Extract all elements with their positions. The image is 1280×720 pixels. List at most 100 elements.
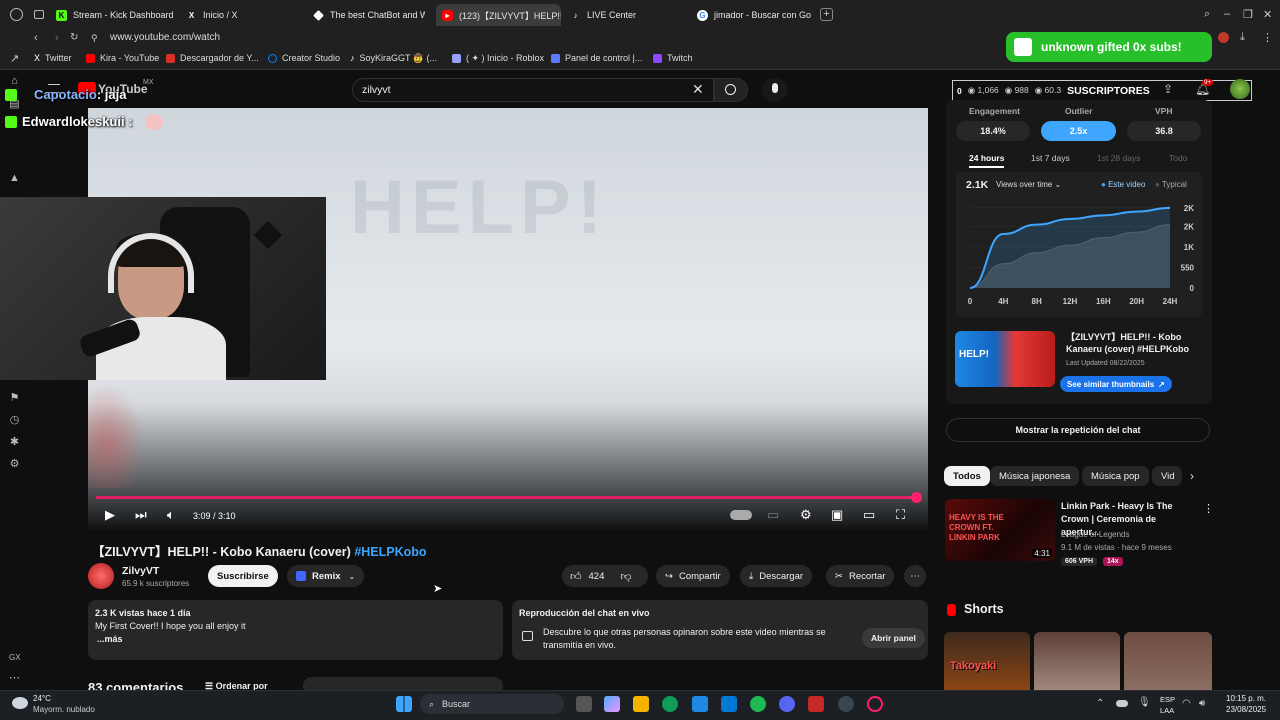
miniplayer-icon[interactable]: ▣	[831, 508, 843, 521]
short-thumbnail-3[interactable]	[1124, 632, 1212, 690]
new-tab-icon[interactable]: +	[820, 8, 833, 21]
browser-more-icon[interactable]: ⋮	[1262, 31, 1273, 44]
similar-thumbnail[interactable]: HELP!	[955, 331, 1055, 387]
close-icon[interactable]: ✕	[1263, 8, 1272, 21]
more-actions-button[interactable]: ⋯	[904, 565, 926, 587]
view-mode-dropdown[interactable]: Views over time ⌄	[996, 180, 1061, 189]
chip-all[interactable]: Todos	[944, 466, 990, 486]
more-icon[interactable]: ⋯	[9, 673, 20, 684]
gx-icon[interactable]: GX	[9, 652, 21, 663]
reload-icon[interactable]: ↻	[70, 32, 78, 43]
remix-button[interactable]: Remix ⌄	[287, 565, 365, 587]
settings-icon[interactable]: ⚙	[9, 459, 20, 470]
avatar[interactable]	[1230, 79, 1250, 99]
tray-chevron-icon[interactable]: ⌃	[1096, 698, 1104, 709]
bookmark-kira-youtube[interactable]: Kira - YouTube	[86, 53, 159, 63]
description-more[interactable]: ...más	[97, 634, 123, 644]
range-tab-7d[interactable]: 1st 7 days	[1031, 153, 1070, 163]
next-icon[interactable]: ⏭	[135, 508, 147, 521]
weather-icon[interactable]	[12, 697, 28, 709]
autoplay-toggle[interactable]	[730, 510, 752, 520]
range-tab-28d[interactable]: 1st 28 days	[1097, 153, 1140, 163]
short-thumbnail-2[interactable]	[1034, 632, 1120, 690]
similar-title[interactable]: 【ZILVYVT】HELP!! - Kobo Kanaeru (cover) #…	[1066, 331, 1196, 355]
mic-tray-icon[interactable]: 🎙︎	[1138, 697, 1151, 708]
copilot-icon[interactable]	[604, 696, 620, 712]
clock-time[interactable]: 10:15 p. m.	[1226, 694, 1266, 703]
like-button[interactable]: 👍︎ 424 👎︎	[562, 565, 648, 587]
task-view-icon[interactable]	[576, 696, 592, 712]
file-explorer-icon[interactable]	[633, 696, 649, 712]
recommended-thumbnail[interactable]: HEAVY IS THE CROWN FT. LINKIN PARK 4:31	[945, 499, 1055, 561]
obs-icon[interactable]	[808, 696, 824, 712]
speaker-icon[interactable]: 🔊︎	[1199, 698, 1205, 709]
bookmark-creator-studio[interactable]: Creator Studio	[268, 53, 340, 63]
open-panel-button[interactable]: Abrir panel	[862, 628, 925, 648]
opera-gx-icon[interactable]	[867, 696, 883, 712]
tab-kick[interactable]: K Stream - Kick Dashboard	[56, 4, 176, 26]
tab-live-center[interactable]: ♪ LIVE Center	[570, 4, 680, 26]
voice-search-button[interactable]	[762, 78, 788, 102]
wifi-icon[interactable]: ◠	[1182, 698, 1191, 709]
short-thumbnail-1[interactable]: Takoyaki	[944, 632, 1030, 690]
tab-youtube-active[interactable]: ▸ (123)【ZILVYVT】HELP!! -	[436, 4, 561, 26]
puzzle-icon[interactable]: ✱	[9, 437, 20, 448]
hashtag-link[interactable]: #HELPKobo	[354, 545, 426, 559]
subscriptions-icon[interactable]: ▲	[9, 173, 20, 184]
dislike-icon[interactable]: 👎︎	[620, 570, 631, 583]
fullscreen-icon[interactable]: ⛶	[896, 508, 905, 521]
store-icon[interactable]	[692, 696, 708, 712]
tab-x[interactable]: X Inicio / X	[186, 4, 296, 26]
onedrive-icon[interactable]	[1116, 700, 1128, 707]
home-icon[interactable]: ⌂	[9, 76, 20, 87]
bookmark-twitter[interactable]: X Twitter	[34, 53, 72, 63]
clear-search-icon[interactable]: ✕	[692, 81, 704, 98]
downloads-icon[interactable]: ⤓	[1240, 31, 1245, 44]
search-input[interactable]	[362, 81, 662, 99]
settings-gear-icon[interactable]: ⚙	[800, 508, 812, 521]
range-tab-all[interactable]: Todo	[1169, 153, 1187, 163]
clock-date[interactable]: 23/08/2025	[1226, 705, 1266, 714]
minimize-icon[interactable]: –	[1224, 8, 1230, 20]
tab-google[interactable]: Gjimador - Buscar con Goo	[697, 4, 811, 26]
subtitles-icon[interactable]: ▭	[767, 508, 779, 521]
similar-thumbnails-button[interactable]: See similar thumbnails ↗	[1060, 376, 1172, 392]
outlook-icon[interactable]	[721, 696, 737, 712]
back-icon[interactable]: ‹	[34, 32, 38, 44]
recommended-menu-icon[interactable]: ⋮	[1203, 502, 1214, 515]
play-icon[interactable]: ▶	[105, 508, 115, 521]
download-button[interactable]: ⤓ Descargar	[740, 565, 813, 587]
subscribe-button[interactable]: Suscribirse	[208, 565, 278, 587]
spotify-icon[interactable]	[750, 696, 766, 712]
channel-name[interactable]: ZilvyVT	[122, 565, 159, 577]
language-1[interactable]: ESP	[1160, 695, 1175, 704]
pin-icon[interactable]: ⚑	[9, 393, 20, 404]
chip-pop-music[interactable]: Música pop	[1082, 466, 1149, 486]
site-info-icon[interactable]: ⚲	[91, 33, 98, 44]
upload-icon[interactable]: ⇪	[1163, 82, 1173, 96]
tab-chatbot[interactable]: The best ChatBot and Wi	[313, 4, 425, 26]
progress-bar[interactable]	[96, 496, 916, 499]
theater-mode-icon[interactable]: ▭	[863, 508, 875, 521]
description-box[interactable]: 2.3 K vistas hace 1 día My First Cover!!…	[88, 600, 503, 660]
search-tabs-icon[interactable]: ⌕	[1204, 8, 1210, 21]
windows-start-icon[interactable]	[396, 696, 412, 712]
clip-button[interactable]: ✂ Recortar	[826, 565, 895, 587]
channel-avatar[interactable]	[88, 563, 114, 589]
bookmark-downloader[interactable]: Descargador de Y...	[166, 53, 259, 63]
volume-icon[interactable]: 🔈︎	[167, 508, 175, 521]
search-button[interactable]	[714, 78, 748, 102]
range-tab-24h[interactable]: 24 hours	[969, 153, 1005, 168]
maximize-icon[interactable]: ❐	[1243, 8, 1253, 21]
steam-icon[interactable]	[838, 696, 854, 712]
bookmark-soykiraggt[interactable]: ♪ SoyKiraGGT 🤠 (...	[350, 53, 437, 64]
chip-videos[interactable]: Vid	[1152, 466, 1182, 486]
workspaces-icon[interactable]	[34, 10, 44, 19]
share-button[interactable]: ↪ Compartir	[656, 565, 730, 587]
chip-japanese-music[interactable]: Música japonesa	[990, 466, 1080, 486]
forward-icon[interactable]: ›	[55, 32, 59, 44]
extension-icon[interactable]	[1218, 32, 1229, 43]
show-chat-replay-button[interactable]: Mostrar la repetición del chat	[946, 418, 1210, 442]
history-clock-icon[interactable]: ◷	[9, 415, 20, 426]
bookmark-twitch[interactable]: Twitch	[653, 53, 693, 63]
